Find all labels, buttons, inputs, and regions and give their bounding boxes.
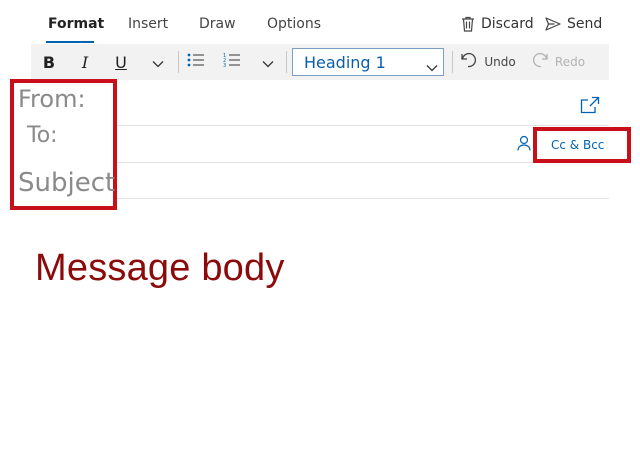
from-divider — [117, 125, 609, 126]
redo-icon — [531, 52, 549, 72]
discard-button[interactable]: Discard — [461, 14, 534, 34]
to-input[interactable] — [117, 128, 512, 158]
subject-input[interactable] — [117, 165, 607, 195]
toolbar-divider — [286, 51, 287, 73]
bold-button[interactable]: B — [38, 44, 60, 80]
numbered-list-icon: 123 — [223, 52, 241, 72]
undo-label: Undo — [484, 55, 516, 69]
bullets-button[interactable] — [184, 44, 208, 80]
numbering-button[interactable]: 123 — [220, 44, 244, 80]
contacts-button[interactable] — [517, 135, 531, 155]
font-options-dropdown[interactable] — [148, 44, 168, 80]
tab-insert[interactable]: Insert — [128, 14, 168, 34]
underline-button[interactable]: U — [110, 44, 132, 80]
list-options-dropdown[interactable] — [258, 44, 278, 80]
from-label: From: — [18, 85, 86, 113]
toolbar-divider — [178, 51, 179, 73]
italic-button[interactable]: I — [74, 44, 96, 80]
message-body[interactable]: Message body — [35, 243, 285, 293]
undo-button[interactable]: Undo — [459, 44, 517, 80]
to-divider — [117, 162, 533, 163]
discard-label: Discard — [481, 16, 534, 32]
to-label: To: — [27, 123, 58, 148]
subject-divider — [117, 198, 609, 199]
active-tab-indicator — [46, 41, 94, 43]
paragraph-style-value: Heading 1 — [304, 52, 386, 72]
paragraph-style-select[interactable]: Heading 1 — [292, 48, 444, 76]
chevron-down-icon — [426, 57, 438, 76]
bulleted-list-icon — [187, 52, 205, 72]
chevron-down-icon — [262, 53, 274, 72]
chevron-down-icon — [152, 53, 164, 72]
undo-icon — [460, 52, 478, 72]
subject-label: Subject — [18, 168, 116, 198]
tab-draw[interactable]: Draw — [199, 14, 236, 34]
send-label: Send — [567, 16, 603, 32]
pop-out-icon — [580, 96, 600, 118]
toolbar-divider — [452, 51, 453, 73]
redo-button[interactable]: Redo — [530, 44, 586, 80]
send-button[interactable]: Send — [545, 14, 602, 34]
trash-icon — [461, 16, 475, 32]
redo-label: Redo — [554, 55, 586, 69]
pop-out-button[interactable] — [580, 96, 600, 118]
tab-options[interactable]: Options — [267, 14, 321, 34]
tab-format[interactable]: Format — [48, 14, 104, 34]
person-icon — [517, 135, 531, 155]
send-icon — [545, 17, 561, 31]
cc-bcc-button[interactable]: Cc & Bcc — [551, 137, 604, 153]
svg-text:3: 3 — [223, 63, 226, 68]
